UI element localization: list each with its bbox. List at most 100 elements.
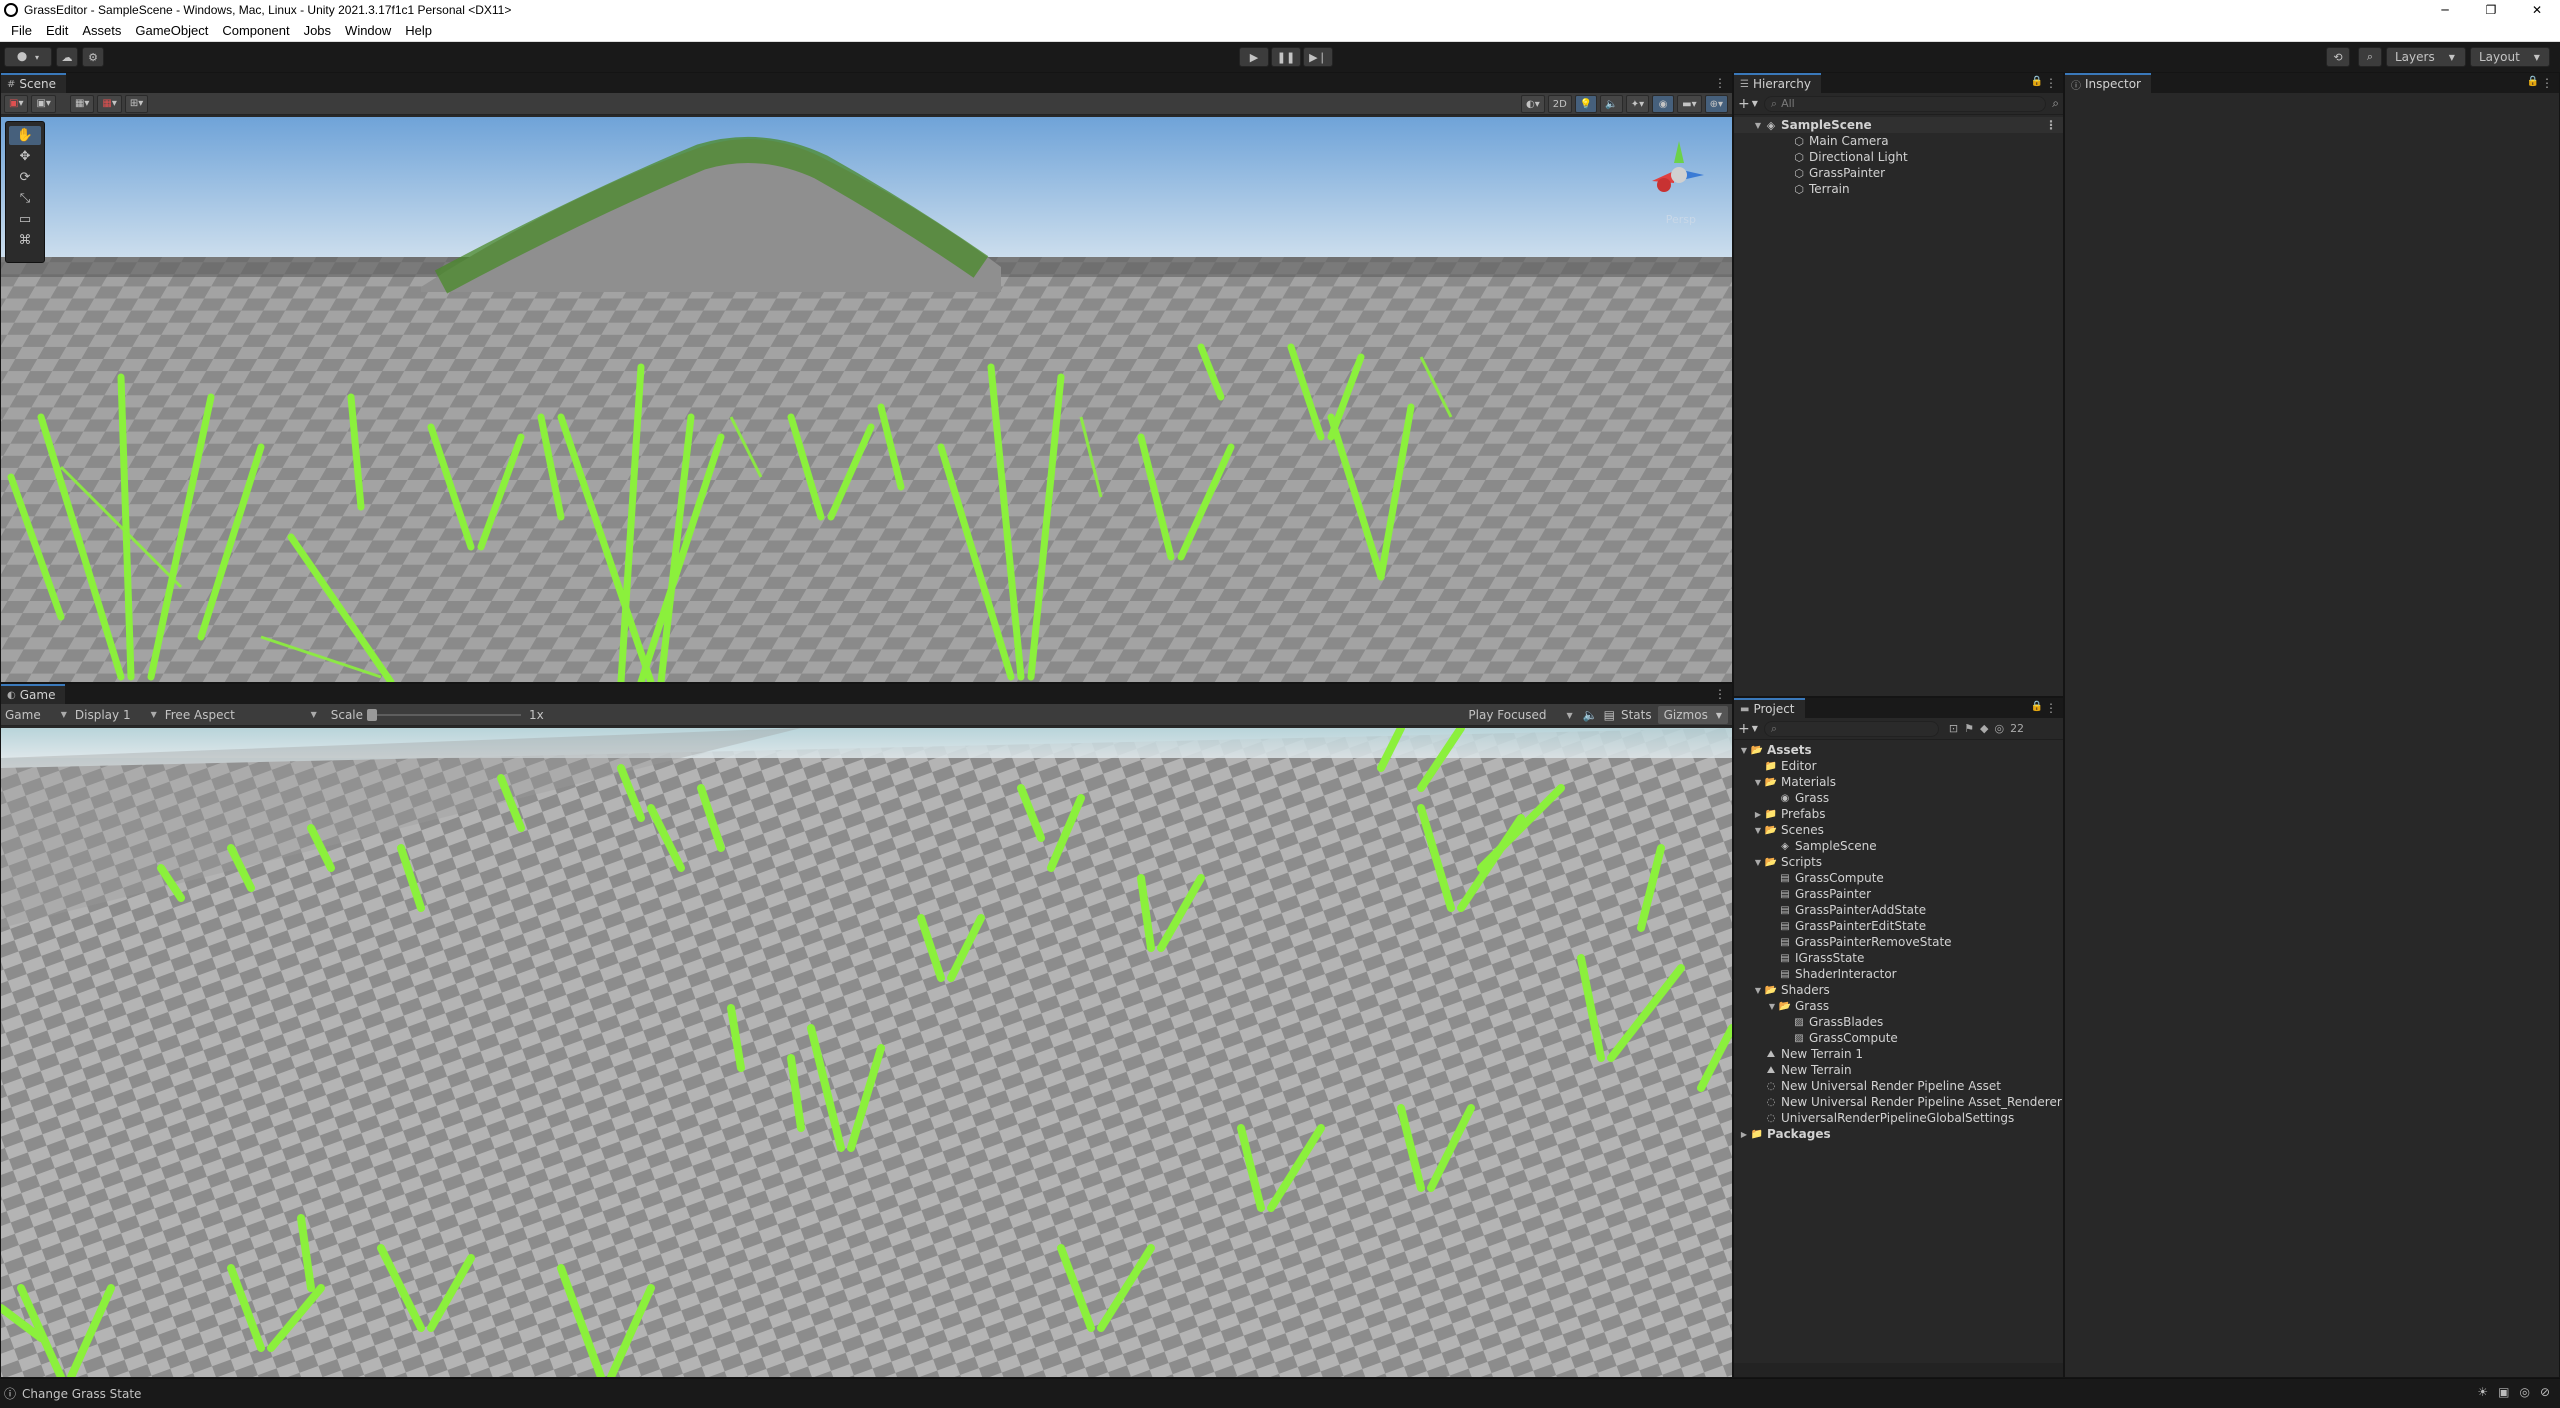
project-tree-item[interactable]: ◌ New Universal Render Pipeline Asset — [1734, 1078, 2063, 1094]
chevron-down-icon[interactable]: ▼ — [1752, 858, 1764, 867]
minimize-button[interactable]: ─ — [2422, 0, 2468, 20]
game-viewport[interactable] — [1, 728, 1732, 1377]
project-tree-item[interactable]: 📁 Editor — [1734, 758, 2063, 774]
search-by-type-icon[interactable]: ⊡ — [1949, 722, 1958, 735]
menu-window[interactable]: Window — [338, 23, 398, 38]
add-object-button[interactable]: + ▼ — [1738, 96, 1758, 112]
search-options-icon[interactable]: ⌕ — [2052, 96, 2059, 111]
hidden-packages-icon[interactable]: ◎ — [1994, 722, 2004, 735]
camera-dropdown[interactable]: ▬▾ — [1677, 95, 1702, 113]
gizmos-dropdown[interactable]: ⊕▾ — [1704, 95, 1728, 113]
menu-file[interactable]: File — [4, 23, 39, 38]
menu-jobs[interactable]: Jobs — [297, 23, 338, 38]
tab-game[interactable]: ◐ Game — [1, 684, 66, 704]
lighting-status-icon[interactable]: ☀ — [2477, 1385, 2488, 1399]
lock-icon[interactable]: 🔒 — [2031, 701, 2043, 712]
projection-label[interactable]: Persp — [1666, 213, 1696, 226]
status-message[interactable]: Change Grass State — [22, 1387, 141, 1401]
label-icon[interactable]: ◆ — [1980, 722, 1988, 735]
project-horizontal-scrollbar[interactable] — [1734, 1363, 2063, 1377]
scale-tool-button[interactable]: ⤡ — [9, 189, 41, 208]
chevron-right-icon[interactable]: ▶ — [1738, 1130, 1750, 1139]
gizmos-button[interactable]: Gizmos ▼ — [1657, 706, 1728, 724]
chevron-down-icon[interactable]: ▼ — [1752, 986, 1764, 995]
menu-gameobject[interactable]: GameObject — [128, 23, 215, 38]
project-tree-item[interactable]: ◌ New Universal Render Pipeline Asset_Ren… — [1734, 1094, 2063, 1110]
filter-icon[interactable]: ⚑ — [1964, 722, 1974, 735]
project-tree-item[interactable]: ⛰ New Terrain 1 — [1734, 1046, 2063, 1062]
audio-toggle[interactable]: 🔈 — [1600, 95, 1623, 113]
more-icon[interactable]: ⋮ — [2045, 701, 2057, 715]
more-icon[interactable]: ⋮ — [2045, 118, 2057, 132]
transform-tool-button[interactable]: ⌘ — [9, 231, 41, 250]
scale-slider-thumb[interactable] — [367, 708, 378, 721]
lock-icon[interactable]: 🔒 — [2031, 76, 2043, 87]
menu-help[interactable]: Help — [398, 23, 439, 38]
stats-icon[interactable]: ▤ — [1604, 708, 1615, 722]
project-tree-item[interactable]: ▼ 📂 Scenes — [1734, 822, 2063, 838]
snap-settings-button[interactable]: ⊞▾ — [124, 94, 149, 113]
tab-project[interactable]: ▬ Project — [1734, 698, 1805, 718]
project-tree-item[interactable]: ▼ 📂 Grass — [1734, 998, 2063, 1014]
chevron-down-icon[interactable]: ▼ — [1752, 121, 1764, 130]
account-dropdown[interactable]: ⬤ ▾ — [4, 47, 52, 67]
project-tree-item[interactable]: ◉ Grass — [1734, 790, 2063, 806]
collab-status-icon[interactable]: ◎ — [2519, 1385, 2529, 1399]
console-info-icon[interactable]: ⓘ — [4, 1385, 16, 1402]
tab-scene[interactable]: # Scene — [1, 73, 66, 93]
grid-snap-button[interactable]: ▦▾ — [69, 94, 95, 113]
hierarchy-search-input[interactable]: ⌕ All — [1763, 95, 2047, 112]
chevron-right-icon[interactable]: ▶ — [1752, 810, 1764, 819]
project-tree-item[interactable]: ▤ GrassPainterEditState — [1734, 918, 2063, 934]
project-tree-item[interactable]: ▤ GrassPainter — [1734, 886, 2063, 902]
chevron-down-icon[interactable]: ▼ — [1766, 1002, 1778, 1011]
layers-dropdown[interactable]: Layers ▼ — [2386, 47, 2466, 67]
rect-tool-button[interactable]: ▭ — [9, 210, 41, 229]
hierarchy-item-grasspainter[interactable]: ⬡ GrassPainter — [1734, 165, 2063, 181]
chevron-down-icon[interactable]: ▼ — [1738, 746, 1750, 755]
project-search-input[interactable]: ⌕ — [1763, 720, 1939, 737]
restore-button[interactable]: ❐ — [2468, 0, 2514, 20]
project-tree-item[interactable]: ▶ 📁 Packages — [1734, 1126, 2063, 1142]
play-focused-dropdown[interactable]: Play Focused ▼ — [1464, 705, 1576, 725]
tab-inspector[interactable]: ⓘ Inspector — [2065, 73, 2151, 93]
hand-tool-button[interactable]: ✋ — [9, 126, 41, 145]
more-icon[interactable]: ⋮ — [1714, 76, 1726, 90]
lighting-toggle[interactable]: 💡 — [1574, 95, 1598, 113]
close-button[interactable]: ✕ — [2514, 0, 2560, 20]
more-icon[interactable]: ⋮ — [2045, 76, 2057, 90]
hierarchy-item-terrain[interactable]: ⬡ Terrain — [1734, 181, 2063, 197]
rotate-tool-button[interactable]: ⟳ — [9, 168, 41, 187]
project-tree-item[interactable]: ▼ 📂 Materials — [1734, 774, 2063, 790]
increment-snap-button[interactable]: ▦ ▾ — [97, 94, 122, 113]
pause-button[interactable]: ❚❚ — [1271, 47, 1301, 67]
chevron-down-icon[interactable]: ▼ — [1752, 826, 1764, 835]
project-tree-item[interactable]: ▤ GrassPainterRemoveState — [1734, 934, 2063, 950]
chevron-down-icon[interactable]: ▼ — [1752, 778, 1764, 787]
two-d-toggle[interactable]: 2D — [1547, 95, 1572, 113]
stats-button[interactable]: Stats — [1621, 708, 1652, 722]
lock-icon[interactable]: 🔒 — [2527, 76, 2539, 87]
render-mode-button[interactable]: ▣▾ — [31, 94, 56, 113]
effects-dropdown[interactable]: ✦▾ — [1625, 95, 1650, 113]
hierarchy-item-main-camera[interactable]: ⬡ Main Camera — [1734, 133, 2063, 149]
project-tree-item[interactable]: ▼ 📂 Shaders — [1734, 982, 2063, 998]
menu-component[interactable]: Component — [215, 23, 296, 38]
project-tree-item[interactable]: ▤ IGrassState — [1734, 950, 2063, 966]
collab-button[interactable]: ⚙ — [82, 47, 104, 67]
scene-viewport[interactable]: ✋ ✥ ⟳ ⤡ ▭ ⌘ Persp — [1, 117, 1732, 682]
aspect-dropdown[interactable]: Free Aspect ▼ — [161, 705, 321, 725]
more-icon[interactable]: ⋮ — [2541, 76, 2553, 90]
project-tree-item[interactable]: ◌ UniversalRenderPipelineGlobalSettings — [1734, 1110, 2063, 1126]
create-asset-button[interactable]: + ▼ — [1738, 721, 1758, 737]
game-mode-dropdown[interactable]: Game ▼ — [1, 705, 71, 725]
project-tree-item[interactable]: ▤ GrassCompute — [1734, 870, 2063, 886]
cache-server-icon[interactable]: ▣ — [2498, 1385, 2509, 1399]
scale-slider[interactable]: Scale 1x — [331, 708, 544, 722]
hierarchy-item-directional-light[interactable]: ⬡ Directional Light — [1734, 149, 2063, 165]
orientation-gizmo[interactable] — [1644, 133, 1714, 223]
search-button[interactable]: ⌕ — [2358, 47, 2382, 67]
project-tree-item[interactable]: ▶ 📁 Prefabs — [1734, 806, 2063, 822]
visibility-toggle[interactable]: ◉ — [1652, 95, 1675, 113]
project-tree-item[interactable]: ▨ GrassCompute — [1734, 1030, 2063, 1046]
